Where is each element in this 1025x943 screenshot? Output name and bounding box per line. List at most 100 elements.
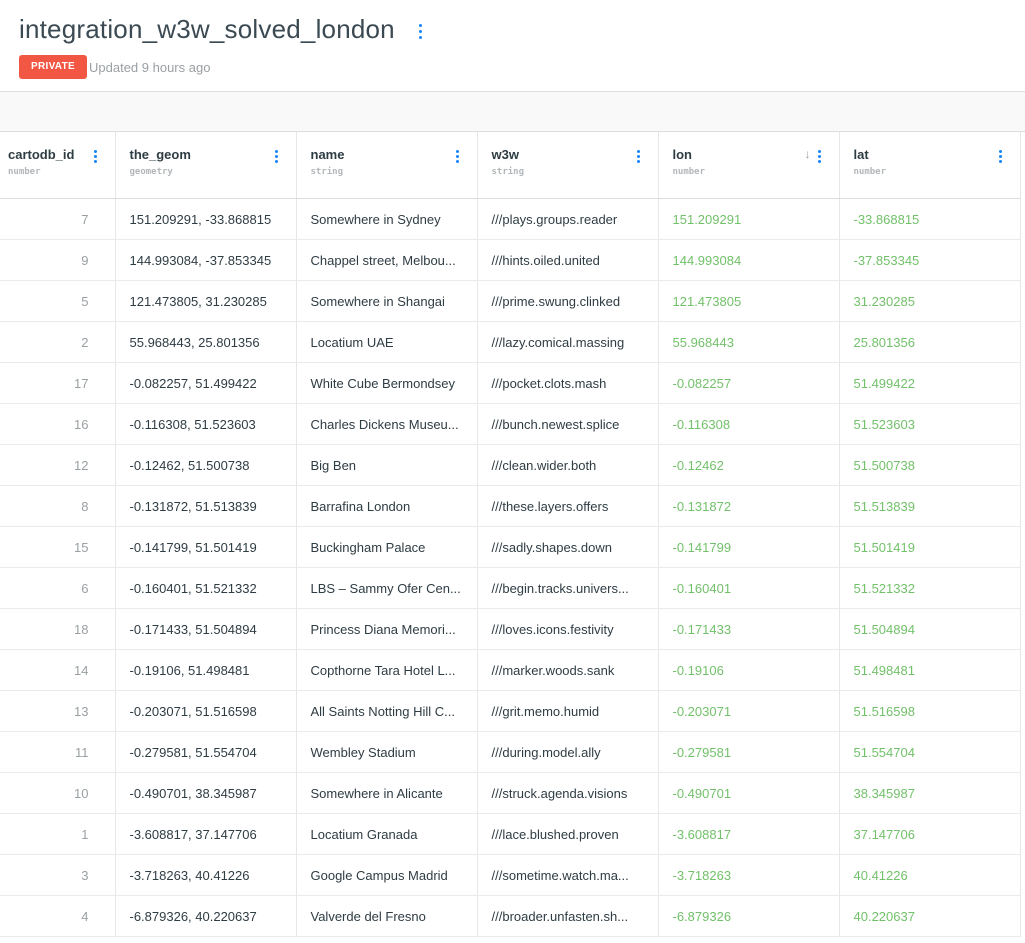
cell-w3w[interactable]: ///grit.memo.humid [477, 690, 659, 732]
table-row[interactable]: 9 144.993084, -37.853345 Chappel street, M… [0, 239, 1021, 281]
cell-name[interactable]: Somewhere in Shangai [296, 280, 478, 322]
cell-w3w[interactable]: ///struck.agenda.visions [477, 772, 659, 814]
cell-lat[interactable]: -33.868815 [839, 198, 1021, 240]
table-row[interactable]: 15 -0.141799, 51.501419 Buckingham Palace /… [0, 526, 1021, 568]
column-options-icon[interactable] [272, 148, 282, 164]
column-options-icon[interactable] [996, 148, 1006, 164]
cell-lat[interactable]: -37.853345 [839, 239, 1021, 281]
cell-lon[interactable]: -0.203071 [658, 690, 840, 732]
cell-lat[interactable]: 51.523603 [839, 403, 1021, 445]
cell-name[interactable]: Valverde del Fresno [296, 895, 478, 937]
cell-cartodb-id[interactable]: 6 [0, 567, 116, 609]
cell-the-geom[interactable]: -0.12462, 51.500738 [115, 444, 297, 486]
cell-cartodb-id[interactable]: 9 [0, 239, 116, 281]
cell-cartodb-id[interactable]: 2 [0, 321, 116, 363]
column-header-lat[interactable]: lat number [839, 132, 1021, 199]
table-row[interactable]: 4 -6.879326, 40.220637 Valverde del Fresno… [0, 895, 1021, 937]
privacy-badge[interactable]: PRIVATE [19, 55, 87, 79]
cell-cartodb-id[interactable]: 4 [0, 895, 116, 937]
cell-cartodb-id[interactable]: 17 [0, 362, 116, 404]
cell-name[interactable]: Somewhere in Alicante [296, 772, 478, 814]
cell-name[interactable]: Charles Dickens Museu... [296, 403, 478, 445]
cell-lon[interactable]: 151.209291 [658, 198, 840, 240]
cell-cartodb-id[interactable]: 1 [0, 813, 116, 855]
column-header-the-geom[interactable]: the_geom geometry [115, 132, 297, 199]
sort-descending-icon[interactable]: ↓ [805, 147, 811, 161]
cell-lon[interactable]: -3.718263 [658, 854, 840, 896]
cell-lat[interactable]: 25.801356 [839, 321, 1021, 363]
cell-w3w[interactable]: ///hints.oiled.united [477, 239, 659, 281]
cell-w3w[interactable]: ///during.model.ally [477, 731, 659, 773]
cell-lat[interactable]: 51.498481 [839, 649, 1021, 691]
cell-lat[interactable]: 51.521332 [839, 567, 1021, 609]
cell-the-geom[interactable]: -0.160401, 51.521332 [115, 567, 297, 609]
column-header-lon[interactable]: lon number ↓ [658, 132, 840, 199]
cell-cartodb-id[interactable]: 12 [0, 444, 116, 486]
cell-name[interactable]: Locatium UAE [296, 321, 478, 363]
cell-lon[interactable]: 144.993084 [658, 239, 840, 281]
cell-w3w[interactable]: ///lace.blushed.proven [477, 813, 659, 855]
cell-w3w[interactable]: ///prime.swung.clinked [477, 280, 659, 322]
cell-the-geom[interactable]: -0.171433, 51.504894 [115, 608, 297, 650]
cell-the-geom[interactable]: -3.718263, 40.41226 [115, 854, 297, 896]
cell-name[interactable]: Locatium Granada [296, 813, 478, 855]
cell-cartodb-id[interactable]: 11 [0, 731, 116, 773]
cell-lat[interactable]: 40.41226 [839, 854, 1021, 896]
cell-lon[interactable]: 121.473805 [658, 280, 840, 322]
cell-the-geom[interactable]: -0.141799, 51.501419 [115, 526, 297, 568]
cell-w3w[interactable]: ///lazy.comical.massing [477, 321, 659, 363]
table-row[interactable]: 14 -0.19106, 51.498481 Copthorne Tara Hote… [0, 649, 1021, 691]
cell-lat[interactable]: 51.554704 [839, 731, 1021, 773]
cell-w3w[interactable]: ///sometime.watch.ma... [477, 854, 659, 896]
cell-lon[interactable]: -6.879326 [658, 895, 840, 937]
column-options-icon[interactable] [815, 148, 825, 164]
cell-cartodb-id[interactable]: 10 [0, 772, 116, 814]
cell-w3w[interactable]: ///marker.woods.sank [477, 649, 659, 691]
dataset-title[interactable]: integration_w3w_solved_london [19, 14, 395, 45]
table-row[interactable]: 16 -0.116308, 51.523603 Charles Dickens Mu… [0, 403, 1021, 445]
cell-lon[interactable]: -0.082257 [658, 362, 840, 404]
cell-the-geom[interactable]: -0.082257, 51.499422 [115, 362, 297, 404]
cell-name[interactable]: Google Campus Madrid [296, 854, 478, 896]
cell-cartodb-id[interactable]: 8 [0, 485, 116, 527]
table-row[interactable]: 1 -3.608817, 37.147706 Locatium Granada///… [0, 813, 1021, 855]
cell-w3w[interactable]: ///plays.groups.reader [477, 198, 659, 240]
table-row[interactable]: 7 151.209291, -33.868815 Somewhere in Sydn… [0, 198, 1021, 240]
cell-cartodb-id[interactable]: 7 [0, 198, 116, 240]
cell-w3w[interactable]: ///clean.wider.both [477, 444, 659, 486]
cell-lon[interactable]: -0.160401 [658, 567, 840, 609]
table-row[interactable]: 8 -0.131872, 51.513839 Barrafina London///… [0, 485, 1021, 527]
column-header-w3w[interactable]: w3w string [477, 132, 659, 199]
cell-the-geom[interactable]: -0.490701, 38.345987 [115, 772, 297, 814]
cell-lon[interactable]: -0.141799 [658, 526, 840, 568]
cell-lon[interactable]: -0.171433 [658, 608, 840, 650]
cell-w3w[interactable]: ///pocket.clots.mash [477, 362, 659, 404]
cell-lat[interactable]: 40.220637 [839, 895, 1021, 937]
cell-name[interactable]: Somewhere in Sydney [296, 198, 478, 240]
column-options-icon[interactable] [453, 148, 463, 164]
cell-name[interactable]: LBS – Sammy Ofer Cen... [296, 567, 478, 609]
cell-lat[interactable]: 51.500738 [839, 444, 1021, 486]
cell-cartodb-id[interactable]: 3 [0, 854, 116, 896]
cell-the-geom[interactable]: 55.968443, 25.801356 [115, 321, 297, 363]
cell-w3w[interactable]: ///these.layers.offers [477, 485, 659, 527]
table-row[interactable]: 3 -3.718263, 40.41226 Google Campus Madrid… [0, 854, 1021, 896]
table-row[interactable]: 2 55.968443, 25.801356 Locatium UAE///lazy… [0, 321, 1021, 363]
cell-name[interactable]: Chappel street, Melbou... [296, 239, 478, 281]
cell-w3w[interactable]: ///begin.tracks.univers... [477, 567, 659, 609]
cell-name[interactable]: Princess Diana Memori... [296, 608, 478, 650]
cell-name[interactable]: Buckingham Palace [296, 526, 478, 568]
cell-name[interactable]: Big Ben [296, 444, 478, 486]
cell-the-geom[interactable]: -0.131872, 51.513839 [115, 485, 297, 527]
cell-w3w[interactable]: ///loves.icons.festivity [477, 608, 659, 650]
cell-name[interactable]: Wembley Stadium [296, 731, 478, 773]
cell-lon[interactable]: -0.490701 [658, 772, 840, 814]
cell-lon[interactable]: -0.131872 [658, 485, 840, 527]
cell-cartodb-id[interactable]: 13 [0, 690, 116, 732]
cell-lat[interactable]: 51.501419 [839, 526, 1021, 568]
column-header-name[interactable]: name string [296, 132, 478, 199]
cell-cartodb-id[interactable]: 5 [0, 280, 116, 322]
cell-lat[interactable]: 38.345987 [839, 772, 1021, 814]
table-row[interactable]: 12 -0.12462, 51.500738 Big Ben///clean.wid… [0, 444, 1021, 486]
cell-the-geom[interactable]: 121.473805, 31.230285 [115, 280, 297, 322]
